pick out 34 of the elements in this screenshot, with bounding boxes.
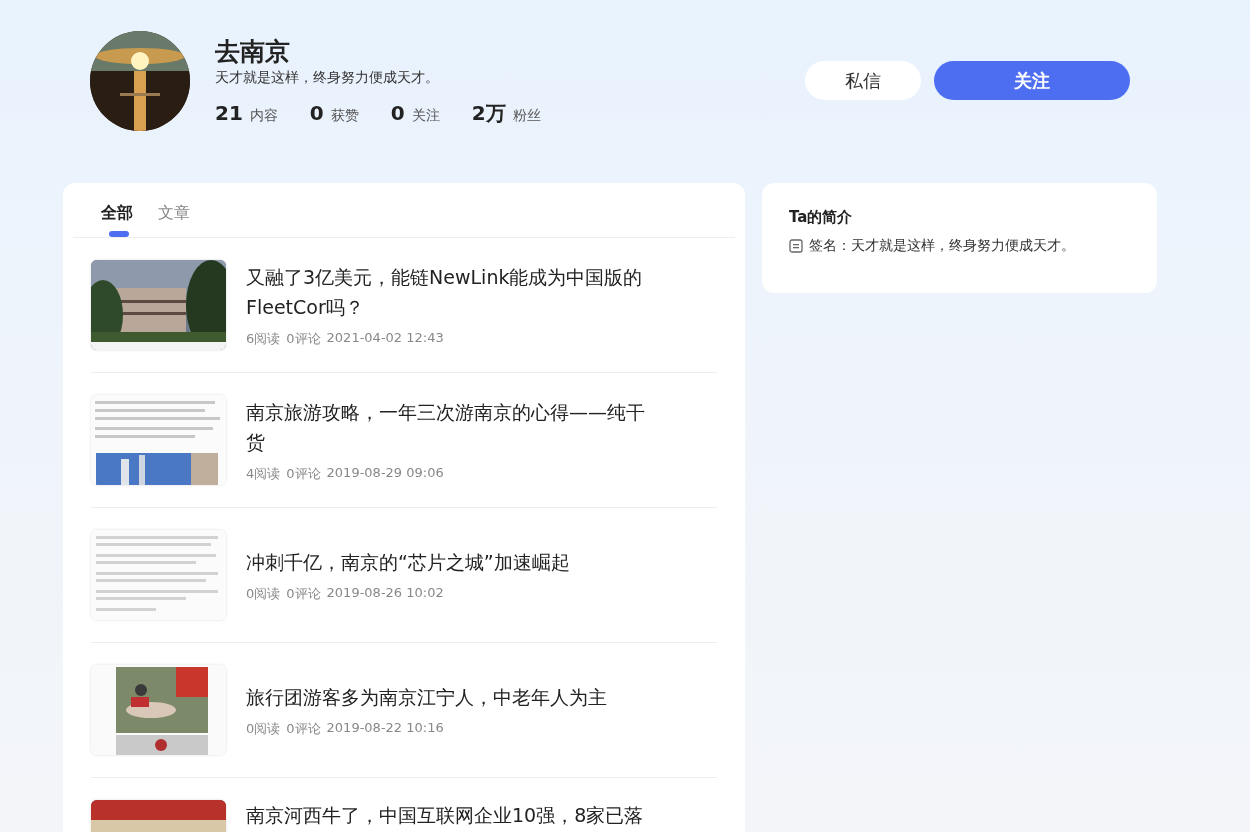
- publish-time: 2019-08-22 10:16: [326, 720, 444, 737]
- read-count: 0阅读: [246, 720, 281, 738]
- publish-time: 2021-04-02 12:43: [326, 330, 444, 347]
- stat-label: 粉丝: [512, 106, 541, 125]
- article-title[interactable]: 又融了3亿美元，能链NewLink能成为中国版的FleetCor吗？: [246, 262, 661, 322]
- user-name: 去南京: [215, 35, 291, 68]
- article-title[interactable]: 冲刺千亿，南京的“芯片之城”加速崛起: [246, 547, 570, 577]
- comment-count: 0评论: [286, 465, 321, 483]
- document-icon: [789, 239, 803, 253]
- tab[interactable]: 文章: [158, 203, 190, 237]
- stat-value: 0: [309, 100, 324, 125]
- read-count: 6阅读: [246, 330, 281, 348]
- publish-time: 2019-08-26 10:02: [326, 585, 444, 602]
- tab[interactable]: 全部: [101, 203, 133, 237]
- stat-label: 获赞: [330, 106, 359, 125]
- article-title[interactable]: 南京旅游攻略，一年三次游南京的心得——纯干货: [246, 397, 661, 457]
- stat-value: 0: [390, 100, 405, 125]
- message-button[interactable]: 私信: [805, 61, 921, 100]
- stat-label: 关注: [411, 106, 440, 125]
- article-title[interactable]: 南京河西牛了，中国互联网企业10强，8家已落: [246, 800, 644, 830]
- intro-title: Ta的简介: [789, 208, 854, 227]
- stat-label: 内容: [249, 106, 278, 125]
- comment-count: 0评论: [286, 330, 321, 348]
- read-count: 0阅读: [246, 585, 281, 603]
- stat-value: 21: [215, 100, 243, 125]
- stat-value: 2万: [471, 99, 506, 127]
- comment-count: 0评论: [286, 585, 321, 603]
- user-bio: 天才就是这样，终身努力便成天才。: [215, 67, 440, 86]
- signature-text: 签名：天才就是这样，终身努力便成天才。: [809, 237, 1075, 255]
- article-title[interactable]: 旅行团游客多为南京江宁人，中老年人为主: [246, 682, 607, 712]
- comment-count: 0评论: [286, 720, 321, 738]
- read-count: 4阅读: [246, 465, 281, 483]
- follow-button[interactable]: 关注: [934, 61, 1130, 100]
- publish-time: 2019-08-29 09:06: [326, 465, 444, 482]
